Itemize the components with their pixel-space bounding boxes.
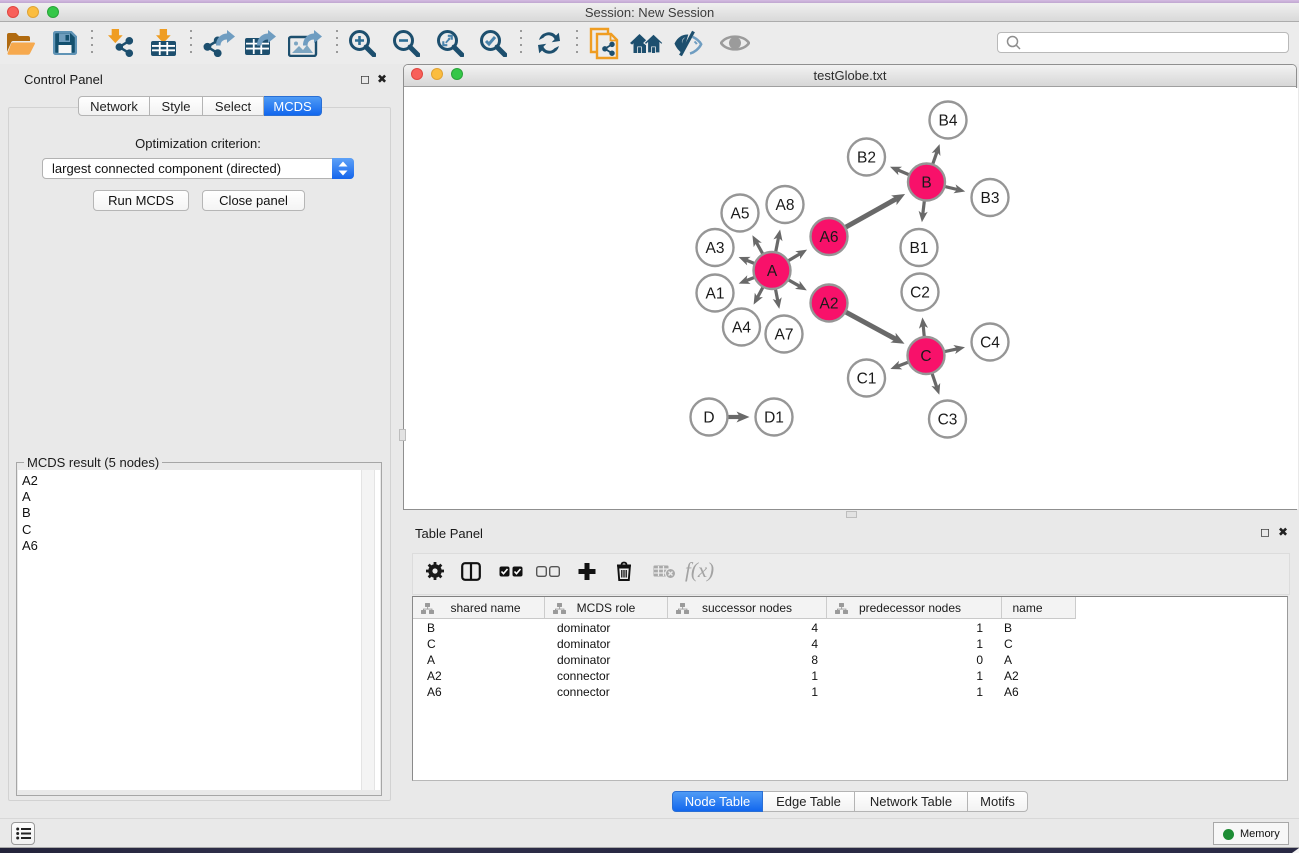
svg-text:C2: C2 <box>910 285 930 302</box>
svg-text:A2: A2 <box>820 296 839 313</box>
svg-text:A7: A7 <box>775 327 794 344</box>
svg-text:B1: B1 <box>910 240 929 257</box>
svg-text:A1: A1 <box>706 286 725 303</box>
svg-text:B4: B4 <box>939 113 958 130</box>
svg-text:C1: C1 <box>857 371 877 388</box>
svg-text:A: A <box>767 263 778 280</box>
svg-text:A3: A3 <box>706 240 725 257</box>
svg-text:A8: A8 <box>776 197 795 214</box>
svg-text:A6: A6 <box>820 229 839 246</box>
svg-text:C3: C3 <box>938 412 958 429</box>
svg-text:B: B <box>921 175 931 192</box>
svg-text:B3: B3 <box>981 190 1000 207</box>
svg-text:B2: B2 <box>857 150 876 167</box>
svg-text:C4: C4 <box>980 335 1000 352</box>
svg-text:D1: D1 <box>764 410 784 427</box>
svg-text:D: D <box>703 410 714 427</box>
svg-text:A4: A4 <box>732 320 751 337</box>
svg-text:C: C <box>920 348 931 365</box>
svg-text:A5: A5 <box>731 206 750 223</box>
